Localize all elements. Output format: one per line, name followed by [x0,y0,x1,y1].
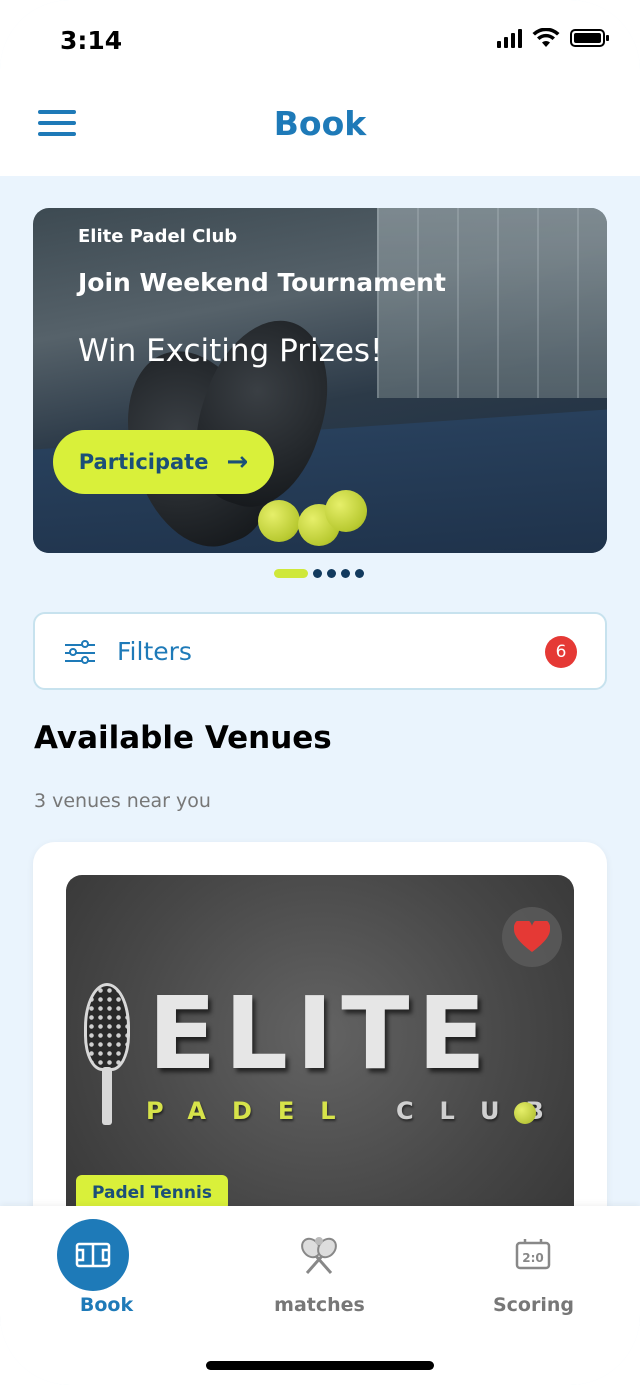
app-header: Book [0,80,640,176]
status-time: 3:14 [60,26,123,55]
venue-logo-padel: PADEL [146,1097,362,1125]
racket-logo-icon [84,983,130,1071]
tennis-ball-image [325,490,367,532]
participate-button[interactable]: Participate → [53,430,274,494]
crossed-rackets-icon [301,1237,337,1274]
battery-icon [570,29,609,47]
nav-item-scoring[interactable]: 2:0 Scoring [427,1206,640,1336]
home-indicator[interactable] [206,1361,434,1370]
nav-label-matches: matches [274,1294,365,1316]
nav-item-book[interactable]: Book [0,1206,213,1336]
filters-label: Filters [117,637,192,666]
heart-icon [514,921,550,952]
arrow-right-icon: → [226,447,249,477]
court-icon [75,1242,111,1268]
app-screen: 3:14 Book Elite Padel Club Join Weekend … [0,0,640,1385]
status-icons [497,28,610,48]
tennis-ball-image [258,500,300,542]
promo-banner[interactable]: Elite Padel Club Join Weekend Tournament… [33,208,607,553]
status-bar: 3:14 [0,0,640,80]
participate-label: Participate [78,450,209,474]
banner-headline: Join Weekend Tournament [78,268,446,297]
racket-handle [102,1067,112,1125]
page-title: Book [273,104,367,143]
sliders-icon [65,640,95,665]
scoreboard-icon: 2:0 [515,1239,551,1270]
book-nav-circle [57,1219,129,1291]
banner-club-name: Elite Padel Club [78,226,238,247]
banner-subheadline: Win Exciting Prizes! [78,333,383,369]
carousel-dot[interactable] [327,569,336,578]
filters-button[interactable]: Filters 6 [33,612,607,690]
nav-item-matches[interactable]: matches [213,1206,426,1336]
nav-label-scoring: Scoring [492,1294,574,1316]
carousel-indicator [274,569,364,578]
carousel-dot-active[interactable] [274,569,308,578]
signal-icon [497,28,522,48]
carousel-dot[interactable] [313,569,322,578]
venue-logo-text: ELITE [148,975,494,1092]
favorite-button[interactable] [502,907,562,967]
tennis-ball-icon [514,1102,536,1124]
carousel-dot[interactable] [355,569,364,578]
venue-logo-club: CLUB [395,1097,570,1125]
bottom-navigation: Book matches 2:0 Scoring [0,1206,640,1385]
venue-logo-subtext: PADEL CLUB [146,1097,570,1125]
nav-label-book: Book [79,1294,134,1316]
banner-background-fence [377,208,607,398]
carousel-dot[interactable] [341,569,350,578]
section-subtitle: 3 venues near you [34,790,211,812]
section-title: Available Venues [34,720,332,756]
wifi-icon [532,28,560,47]
filters-count-badge: 6 [545,636,577,668]
svg-text:2:0: 2:0 [522,1251,544,1265]
